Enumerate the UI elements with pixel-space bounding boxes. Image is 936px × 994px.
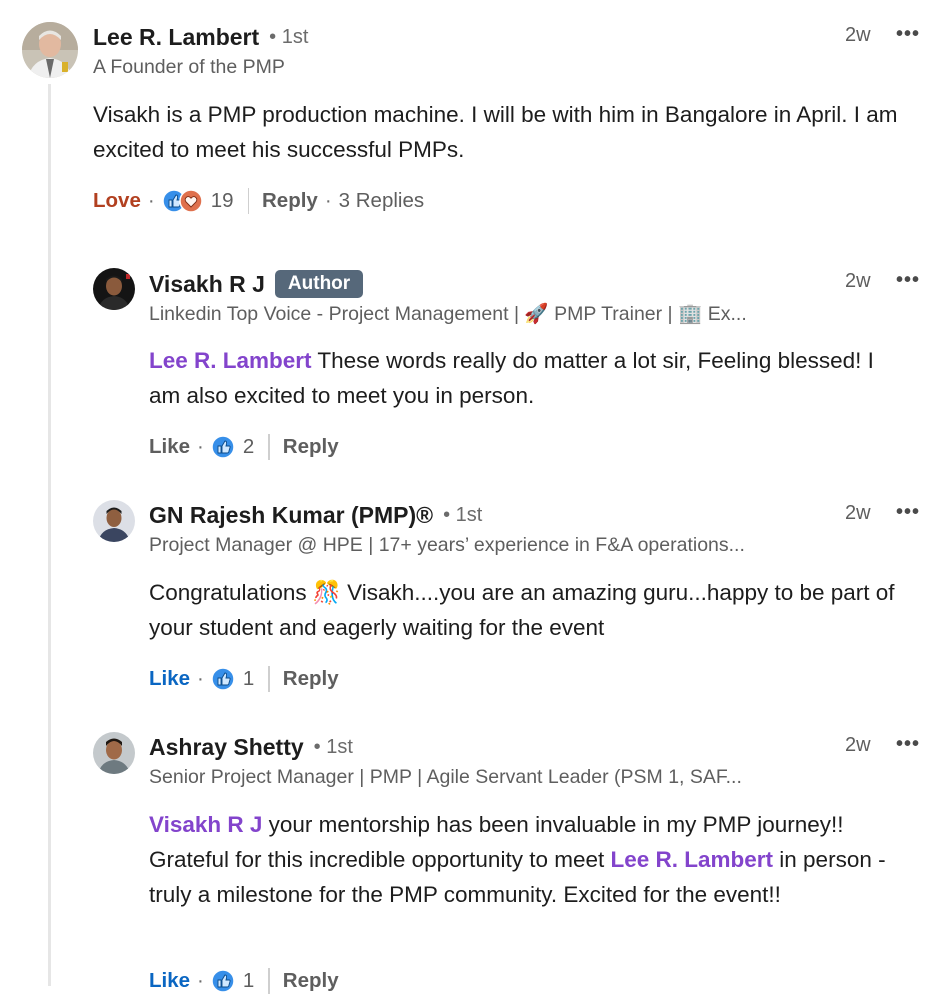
like-button[interactable]: Like [149, 435, 190, 459]
action-divider [247, 188, 249, 214]
reaction-icons[interactable] [211, 969, 235, 993]
comment-timestamp: 2w [845, 270, 871, 292]
author-headline: Senior Project Manager | PMP | Agile Ser… [149, 766, 742, 788]
love-icon [178, 189, 203, 213]
mention-link[interactable]: Lee R. Lambert [610, 847, 773, 872]
separator-dot: · [324, 189, 332, 212]
author-headline: Linkedin Top Voice - Project Management … [149, 303, 747, 325]
author-name[interactable]: Lee R. Lambert [93, 24, 259, 51]
comment-timestamp: 2w [845, 502, 871, 524]
reply-button[interactable]: Reply [283, 667, 339, 691]
connection-degree: • 1st [443, 504, 483, 526]
reaction-icons[interactable] [211, 435, 235, 459]
reply-button[interactable]: Reply [283, 435, 339, 459]
comment-text: Visakh is a PMP production machine. I wi… [93, 97, 908, 167]
avatar[interactable] [93, 732, 135, 774]
reaction-count[interactable]: 1 [243, 969, 254, 993]
separator-dot: · [197, 435, 204, 458]
author-name[interactable]: Visakh R J [149, 271, 265, 298]
confetti-emoji: 🎊 [312, 580, 341, 605]
avatar[interactable] [93, 268, 135, 310]
comment-timestamp: 2w [845, 734, 871, 756]
author-headline: Project Manager @ HPE | 17+ years’ exper… [149, 534, 745, 556]
like-button[interactable]: Like [149, 667, 190, 691]
thread-line [48, 84, 51, 986]
comment-text: Congratulations 🎊 Visakh....you are an a… [149, 575, 909, 645]
separator-dot: · [197, 667, 204, 690]
mention-link[interactable]: Visakh R J [149, 812, 262, 837]
more-options-icon[interactable]: ••• [896, 733, 920, 756]
action-divider [268, 434, 270, 460]
separator-dot: · [197, 969, 204, 992]
reaction-count[interactable]: 2 [243, 435, 254, 459]
comment-body: Visakh is a PMP production machine. I wi… [93, 102, 898, 162]
reaction-count[interactable]: 1 [243, 667, 254, 691]
like-icon [211, 435, 235, 459]
mention-link[interactable]: Lee R. Lambert [149, 348, 312, 373]
comment-text: Visakh R J your mentorship has been inva… [149, 807, 929, 912]
action-divider [268, 968, 270, 994]
more-options-icon[interactable]: ••• [896, 23, 920, 46]
comment-text: Lee R. Lambert These words really do mat… [149, 343, 909, 413]
like-button[interactable]: Like [149, 969, 190, 993]
reaction-icons[interactable] [211, 667, 235, 691]
connection-degree: • 1st [269, 26, 309, 48]
separator-dot: · [147, 189, 155, 212]
author-badge: Author [274, 270, 364, 298]
avatar[interactable] [22, 22, 78, 78]
reaction-icons[interactable] [161, 189, 203, 213]
connection-degree: • 1st [313, 736, 353, 758]
reply-button[interactable]: Reply [283, 969, 339, 993]
action-divider [268, 666, 270, 692]
like-icon [211, 667, 235, 691]
love-reaction-button[interactable]: Love [93, 189, 141, 213]
reply-button[interactable]: Reply [262, 189, 318, 213]
reaction-count[interactable]: 19 [211, 189, 234, 213]
comment-body-intro: Congratulations [149, 580, 313, 605]
author-headline: A Founder of the PMP [93, 56, 285, 78]
replies-count-link[interactable]: 3 Replies [339, 189, 424, 213]
comment-timestamp: 2w [845, 24, 871, 46]
author-name[interactable]: Ashray Shetty [149, 734, 304, 761]
avatar[interactable] [93, 500, 135, 542]
more-options-icon[interactable]: ••• [896, 269, 920, 292]
author-name[interactable]: GN Rajesh Kumar (PMP)® [149, 502, 433, 529]
more-options-icon[interactable]: ••• [896, 501, 920, 524]
like-icon [211, 969, 235, 993]
